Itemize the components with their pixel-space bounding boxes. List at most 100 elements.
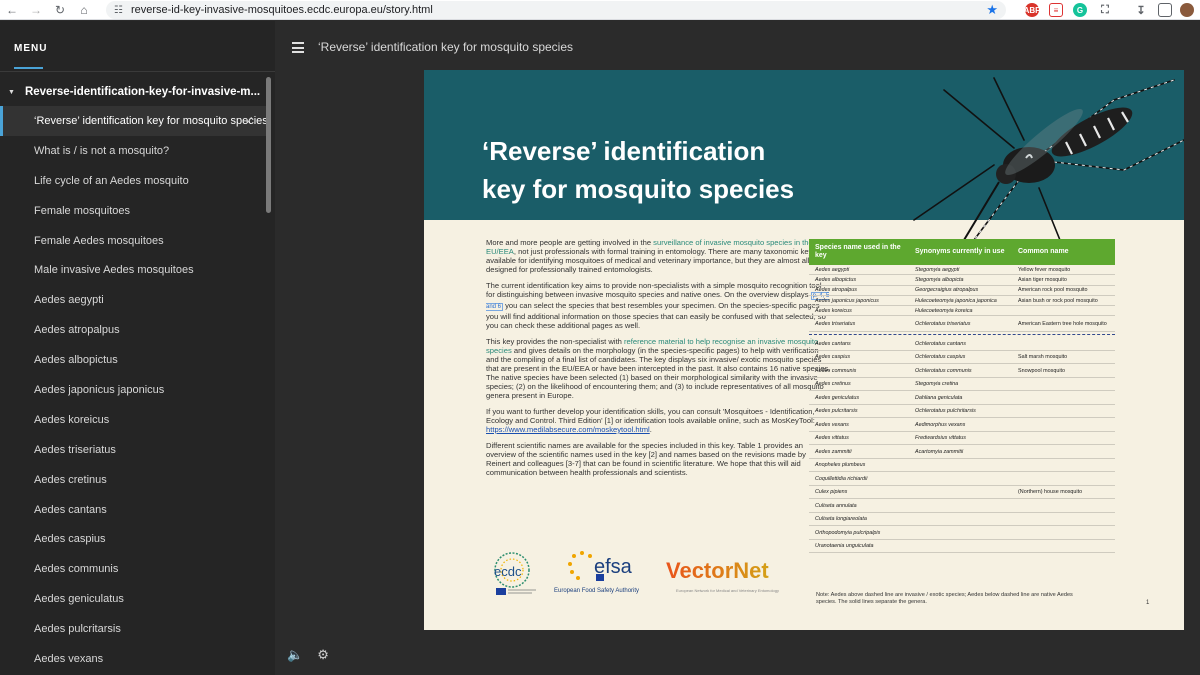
lesson-item-aedes-caspius[interactable]: Aedes caspius [0, 524, 268, 554]
slide-title: ‘Reverse’ identification key for mosquit… [482, 136, 795, 204]
intro-p2-a: The current identification key aims to p… [486, 281, 822, 299]
lesson-item-female-mosquitoes[interactable]: Female mosquitoes [0, 196, 268, 226]
table-row: Aedes atropalpus Georgecraigius atropalpu… [809, 286, 1115, 296]
side-panel-icon[interactable] [1158, 3, 1172, 17]
grammarly-extension-icon[interactable]: G [1073, 3, 1087, 17]
lesson-item-female-aedes[interactable]: Female Aedes mosquitoes [0, 226, 268, 256]
species-table: Species name used in the key Synonyms cu… [809, 239, 1115, 554]
table-cell: Aedes aegypti [815, 266, 850, 273]
home-icon[interactable]: ⌂ [72, 0, 96, 20]
check-icon: ✓ [244, 115, 254, 128]
lesson-item-male-aedes[interactable]: Male invasive Aedes mosquitoes [0, 255, 268, 285]
menu-toggle-icon[interactable] [292, 42, 304, 56]
table-cell: Salt marsh mosquito [1018, 354, 1068, 361]
table-cell: American rock pool mosquito [1018, 287, 1088, 294]
table-cell: Hulecoeteomyia japonica japonica [915, 297, 997, 304]
lesson-item-aedes-cantans[interactable]: Aedes cantans [0, 495, 268, 525]
table-row: Anopheles plumbeus [809, 459, 1115, 473]
volume-icon[interactable]: 🔈 [287, 647, 303, 663]
lesson-item-aedes-triseriatus[interactable]: Aedes triseriatus [0, 435, 268, 465]
lesson-item-aedes-communis[interactable]: Aedes communis [0, 554, 268, 584]
table-row: Aedes albopictus Stegomyia albopicta Asian… [809, 275, 1115, 286]
download-icon[interactable]: ↧ [1134, 3, 1148, 17]
lesson-item-aedes-geniculatus[interactable]: Aedes geniculatus [0, 584, 268, 614]
back-icon[interactable]: ← [0, 0, 24, 20]
moskeytool-link[interactable]: https://www.medilabsecure.com/moskeytool… [486, 425, 650, 434]
table-row: Culiseta longiareolata [809, 513, 1115, 527]
invasive-rows: Aedes aegypti Stegomyia aegypti Yellow fev… [809, 265, 1115, 333]
table-row: Aedes geniculatus Dahliana geniculata [809, 391, 1115, 405]
table-cell: Fredwardsius vittatus [915, 435, 966, 442]
caret-down-icon[interactable]: ▼ [8, 89, 15, 96]
divider [0, 71, 275, 72]
reload-icon[interactable]: ↻ [48, 0, 72, 20]
lesson-content: ‘Reverse’ identification key for mosquit… [275, 21, 1200, 675]
table-cell: Culiseta longiareolata [815, 516, 867, 523]
lesson-label: Male invasive Aedes mosquitoes [34, 264, 194, 277]
table-header: Synonyms currently in use [915, 248, 1005, 255]
lesson-item-aedes-atropalpus[interactable]: Aedes atropalpus [0, 315, 268, 345]
course-sidebar: MENU ▼ Reverse-identification-key-for-in… [0, 21, 275, 675]
lesson-label: Aedes aegypti [34, 294, 104, 307]
table-cell: Coquillettidia richiardii [815, 475, 868, 482]
lesson-item-what-is-mosquito[interactable]: What is / is not a mosquito? [0, 136, 268, 166]
native-rows: Aedes cantans Ochlerotatus cantans Aedes c… [809, 337, 1115, 554]
adblock-extension-icon[interactable]: ABP [1024, 3, 1040, 17]
ecdc-logo: ecdc [494, 552, 536, 595]
page-number: 1 [1146, 600, 1150, 606]
menu-title: MENU [14, 43, 48, 54]
table-cell: Snowpool mosquito [1018, 367, 1066, 374]
invasive-native-divider [809, 334, 1115, 336]
efsa-subtitle: European Food Safety Authority [554, 588, 640, 594]
lesson-item-life-cycle[interactable]: Life cycle of an Aedes mosquito [0, 166, 268, 196]
section-header[interactable]: ▼ Reverse-identification-key-for-invasiv… [0, 77, 268, 107]
lesson-label: Aedes cantans [34, 503, 107, 516]
table-cell: Aedes koreicus [815, 307, 852, 314]
table-row: Aedes vittatus Fredwardsius vittatus [809, 432, 1115, 446]
bookmark-star-icon[interactable]: ★ [986, 2, 998, 18]
sidebar-scrollbar[interactable] [266, 77, 271, 213]
lesson-label: Aedes geniculatus [34, 593, 124, 606]
lesson-label: Female Aedes mosquitoes [34, 234, 164, 247]
lesson-title: ‘Reverse’ identification key for mosquit… [318, 40, 574, 54]
table-cell: Hulecoeteomyia koreica [915, 307, 973, 314]
table-cell: Aedes caspius [815, 354, 851, 361]
lesson-label: What is / is not a mosquito? [34, 144, 170, 157]
table-cell: Aedes geniculatus [815, 394, 860, 401]
site-settings-icon[interactable]: ☷ [114, 5, 123, 16]
lesson-item-aedes-pulcritarsis[interactable]: Aedes pulcritarsis [0, 614, 268, 644]
lesson-item-aedes-cretinus[interactable]: Aedes cretinus [0, 465, 268, 495]
table-cell: Aedimorphus vexans [915, 421, 966, 428]
lesson-item-aedes-koreicus[interactable]: Aedes koreicus [0, 405, 268, 435]
lesson-item-aedes-aegypti[interactable]: Aedes aegypti [0, 285, 268, 315]
table-cell: Aedes zammitii [815, 448, 852, 455]
table-cell: Ochlerotatus pulchritarsis [915, 408, 976, 415]
lesson-item-aedes-japonicus[interactable]: Aedes japonicus japonicus [0, 375, 268, 405]
table-cell: Ochlerotatus communis [915, 367, 972, 374]
address-bar[interactable]: ☷ reverse-id-key-invasive-mosquitoes.ecd… [106, 1, 1006, 19]
table-cell: Aedes pulcritarsis [815, 408, 858, 415]
intro-p3-a: This key provides the non-specialist wit… [486, 337, 625, 346]
url-text[interactable]: reverse-id-key-invasive-mosquitoes.ecdc.… [131, 4, 433, 16]
lesson-item-reverse-key[interactable]: ‘Reverse’ identification key for mosquit… [0, 106, 268, 136]
table-row: Aedes zammitii Acartomyia zammitii [809, 445, 1115, 459]
lesson-label: Aedes vexans [34, 652, 104, 665]
table-cell: Stegomyia aegypti [915, 266, 960, 273]
table-row: Culex pipiens (Northern) house mosquito [809, 486, 1115, 500]
extensions-puzzle-icon[interactable]: ⛶ [1098, 3, 1112, 17]
table-row: Aedes japonicus japonicus Hulecoeteomyia … [809, 296, 1115, 307]
intro-p4-a: If you want to further develop your iden… [486, 407, 815, 425]
lesson-label: Aedes cretinus [34, 473, 107, 486]
partner-logos: ecdc efsa European Food Safety Authority… [486, 550, 806, 600]
extension-icon[interactable]: ≡ [1049, 3, 1063, 17]
table-cell: Dahliana geniculata [915, 394, 963, 401]
lesson-item-aedes-vexans[interactable]: Aedes vexans [0, 644, 268, 674]
table-cell: Asian tiger mosquito [1018, 276, 1067, 283]
table-cell: (Northern) house mosquito [1018, 489, 1083, 496]
table-cell: Asian bush or rock pool mosquito [1018, 297, 1098, 304]
settings-gear-icon[interactable]: ⚙ [317, 647, 329, 663]
lesson-item-aedes-albopictus[interactable]: Aedes albopictus [0, 345, 268, 375]
table-cell: Aedes cantans [815, 340, 851, 347]
forward-icon[interactable]: → [24, 0, 48, 20]
profile-avatar[interactable] [1180, 3, 1194, 17]
